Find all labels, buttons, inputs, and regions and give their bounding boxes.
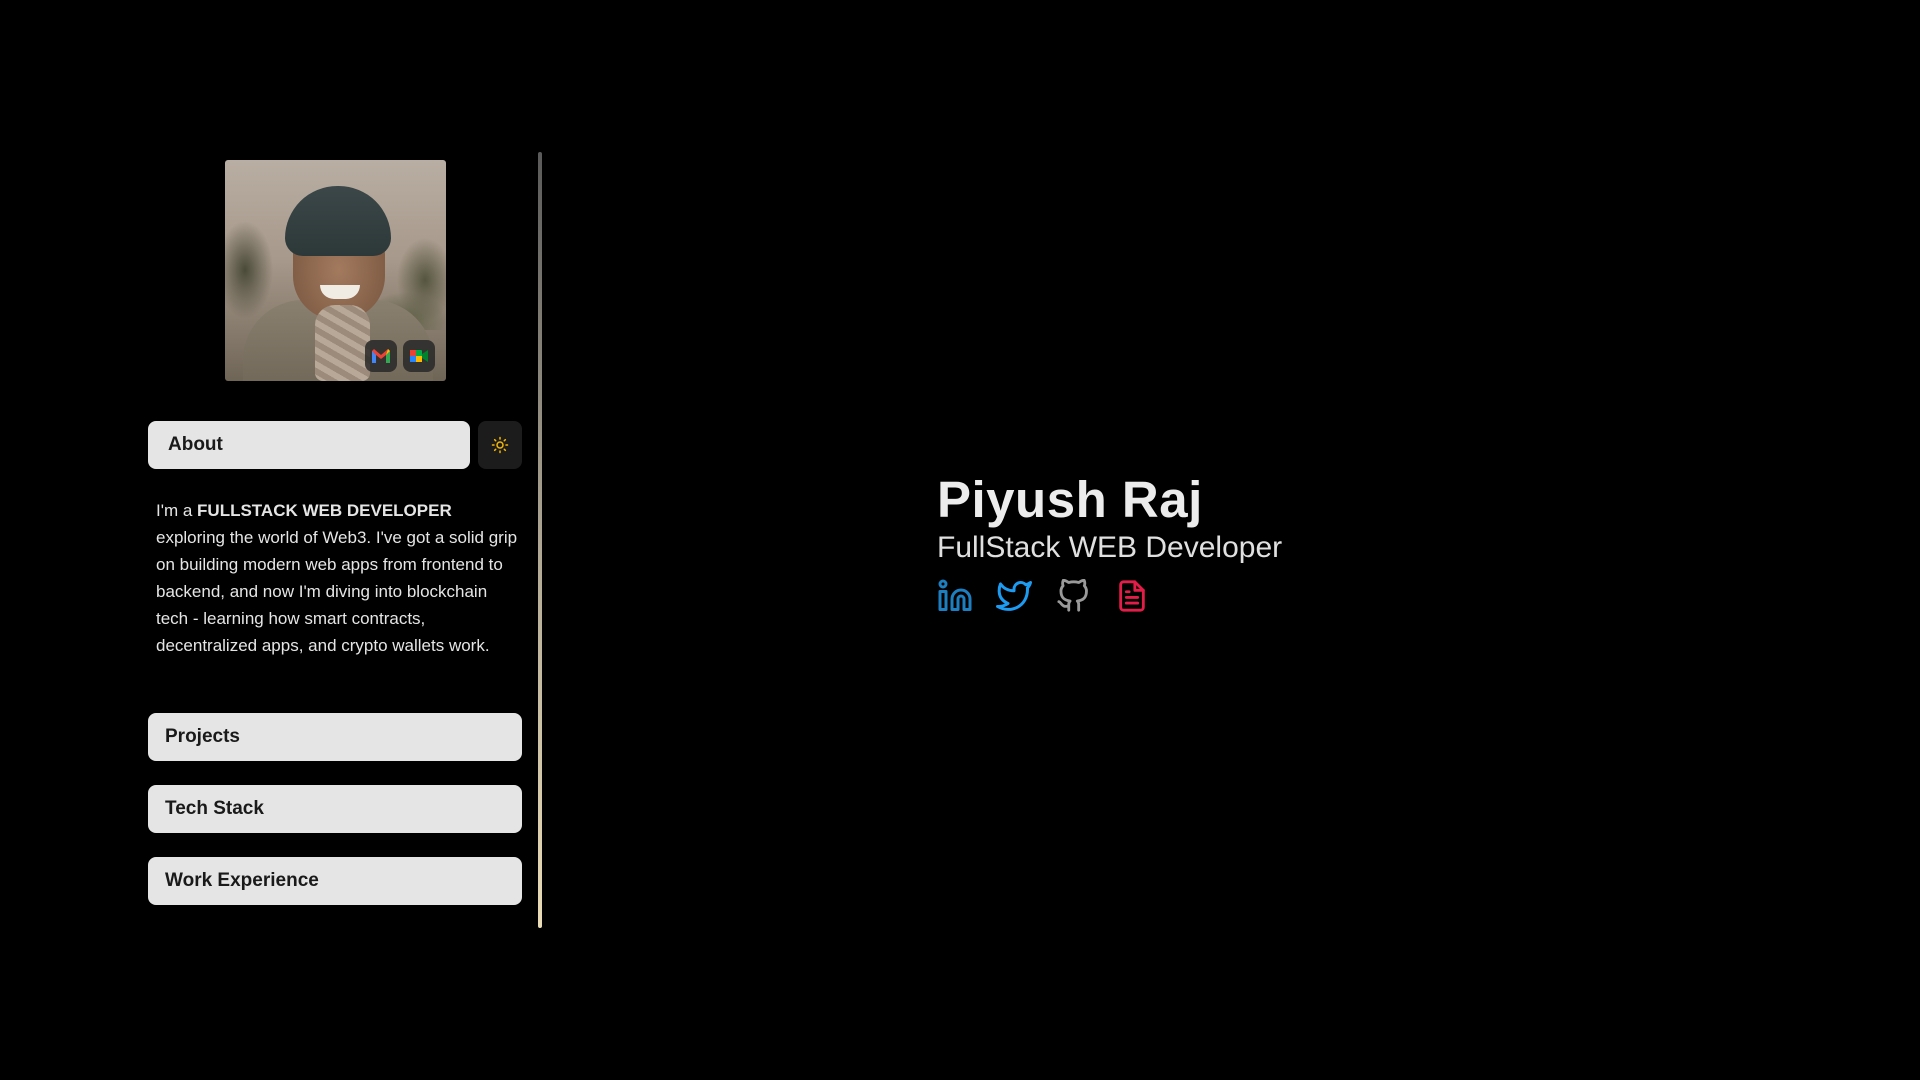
hero-name: Piyush Raj — [937, 471, 1203, 528]
about-description: I'm a FULLSTACK WEB DEVELOPER exploring … — [156, 501, 518, 655]
resume-icon[interactable] — [1114, 578, 1150, 614]
gmail-icon[interactable] — [365, 340, 397, 372]
twitter-icon[interactable] — [996, 578, 1032, 614]
sun-icon — [491, 436, 509, 454]
github-icon[interactable] — [1055, 578, 1091, 614]
projects-button[interactable]: Projects — [148, 713, 522, 761]
theme-toggle-button[interactable] — [478, 421, 522, 469]
google-meet-icon[interactable] — [403, 340, 435, 372]
hero: Piyush Raj FullStack WEB Developer — [937, 470, 1282, 616]
social-links — [937, 576, 1282, 616]
work-experience-button[interactable]: Work Experience — [148, 857, 522, 905]
hero-role: FullStack WEB Developer — [937, 531, 1283, 564]
vertical-divider — [538, 152, 542, 928]
portfolio-page: About I'm a FULLSTACK WEB DEVELOPER expl… — [0, 0, 1920, 1080]
about-row: About — [148, 421, 522, 469]
avatar — [225, 160, 446, 381]
tech-stack-button[interactable]: Tech Stack — [148, 785, 522, 833]
about-highlight: FULLSTACK WEB DEVELOPER — [197, 501, 452, 520]
about-button[interactable]: About — [148, 421, 470, 469]
linkedin-icon[interactable] — [937, 578, 973, 614]
